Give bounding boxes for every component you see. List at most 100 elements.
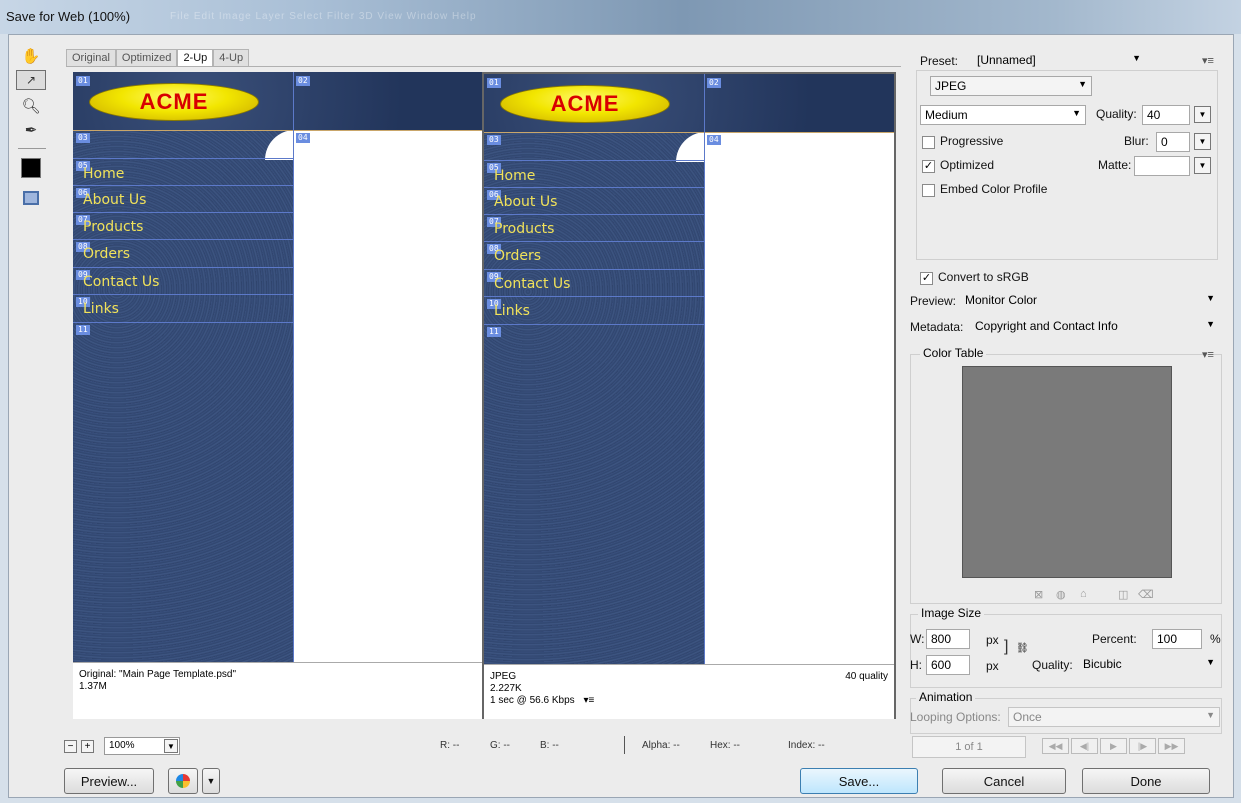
convert-srgb-checkbox[interactable]: ✓ — [920, 272, 933, 285]
optimized-download-time: 1 sec @ 56.6 Kbps ▾≡ — [490, 695, 888, 707]
done-button[interactable]: Done — [1082, 768, 1210, 794]
original-artwork[interactable]: ACME 01 02 03 04 05 06 07 08 09 10 11 Ho… — [73, 72, 487, 662]
slice-tag[interactable]: 01 — [487, 78, 501, 88]
link-chain-icon[interactable]: ⛓ — [1016, 643, 1029, 654]
browser-preview-icon[interactable] — [168, 768, 198, 794]
matte-chevron-icon[interactable]: ▼ — [1194, 157, 1211, 174]
chevron-down-icon[interactable]: ▼ — [164, 739, 178, 753]
hand-tool-icon[interactable]: ✋ — [16, 44, 46, 68]
zoom-level-value: 100% — [109, 740, 135, 751]
tab-4-up[interactable]: 4-Up — [213, 49, 250, 67]
slice-tag[interactable]: 04 — [296, 133, 310, 143]
looping-options-select[interactable]: Once ▼ — [1008, 707, 1220, 727]
nav-about-us: About Us — [83, 192, 147, 208]
optimized-artwork[interactable]: ACME 01 02 03 04 05 06 07 08 09 10 11 Ho… — [484, 74, 894, 664]
blur-slider-chevron-icon[interactable]: ▼ — [1194, 133, 1211, 150]
new-color-icon[interactable]: ◫ — [1118, 588, 1128, 601]
resample-quality-select[interactable]: Bicubic ▼ — [1078, 654, 1220, 674]
slice-select-tool-icon[interactable]: ↗ — [16, 70, 46, 90]
preset-value: [Unnamed] — [977, 53, 1036, 67]
save-for-web-window: Save for Web (100%) File Edit Image Laye… — [0, 0, 1241, 803]
slice-tag[interactable]: 02 — [296, 76, 310, 86]
optimized-info: JPEG 2.227K 1 sec @ 56.6 Kbps ▾≡ 40 qual… — [484, 664, 894, 719]
color-table-menu-icon[interactable]: ▾≡ — [1202, 348, 1214, 361]
toggle-slices-visibility-icon[interactable] — [16, 186, 46, 210]
slice-tag[interactable]: 03 — [76, 133, 90, 143]
tab-2-up[interactable]: 2-Up — [177, 49, 214, 67]
tab-optimized[interactable]: Optimized — [115, 49, 178, 67]
blur-input[interactable]: 0 — [1156, 132, 1190, 152]
format-select[interactable]: JPEG ▼ — [930, 76, 1092, 96]
quality-slider-chevron-icon[interactable]: ▼ — [1194, 106, 1211, 123]
save-button[interactable]: Save... — [800, 768, 918, 794]
previous-frame-icon[interactable]: ◀| — [1071, 738, 1098, 754]
zoom-out-button[interactable]: − — [64, 739, 77, 753]
nav-products: Products — [83, 219, 144, 235]
eyedropper-tool-icon[interactable]: ✒ — [16, 118, 46, 142]
looping-options-label: Looping Options: — [910, 710, 1001, 724]
embed-color-profile-checkbox[interactable] — [922, 184, 935, 197]
original-filename: Original: "Main Page Template.psd" — [79, 669, 236, 680]
height-unit: px — [986, 659, 999, 673]
logo-text: ACME — [139, 89, 209, 114]
readout-index: Index: -- — [788, 740, 825, 751]
title-bar[interactable]: Save for Web (100%) File Edit Image Laye… — [0, 0, 1241, 34]
sidebar-column — [73, 130, 293, 662]
slice-tag[interactable]: 03 — [487, 135, 501, 145]
next-frame-icon[interactable]: |▶ — [1129, 738, 1156, 754]
resample-quality-label: Quality: — [1032, 658, 1073, 672]
original-preview-pane[interactable]: ACME 01 02 03 04 05 06 07 08 09 10 11 Ho… — [73, 72, 487, 719]
first-frame-icon[interactable]: ◀◀ — [1042, 738, 1069, 754]
progressive-checkbox[interactable] — [922, 136, 935, 149]
preview-mode-select[interactable]: Monitor Color ▼ — [960, 290, 1220, 310]
nav-contact-us: Contact Us — [83, 274, 160, 290]
zoom-level-select[interactable]: 100% ▼ — [104, 737, 180, 755]
metadata-select[interactable]: Copyright and Contact Info ▼ — [970, 316, 1220, 336]
slice-boundary — [484, 269, 704, 270]
lock-color-icon[interactable]: ⌂ — [1080, 588, 1087, 600]
zoom-in-button[interactable]: + — [81, 739, 94, 753]
chevron-down-icon: ▼ — [1206, 657, 1215, 667]
width-input[interactable]: 800 — [926, 629, 970, 649]
quality-input[interactable]: 40 — [1142, 105, 1190, 125]
width-label: W: — [910, 632, 925, 646]
connection-speed-menu-icon[interactable]: ▾≡ — [583, 695, 594, 706]
web-safe-icon[interactable]: ◍ — [1056, 588, 1066, 601]
resample-quality-value: Bicubic — [1083, 657, 1122, 671]
quality-level-select[interactable]: Medium ▼ — [920, 105, 1086, 125]
color-table-swatches[interactable] — [962, 366, 1172, 578]
slice-boundary — [73, 130, 487, 131]
matte-color-field[interactable] — [1134, 156, 1190, 176]
preview-button[interactable]: Preview... — [64, 768, 154, 794]
preset-label: Preset: — [920, 54, 959, 68]
tab-original[interactable]: Original — [66, 49, 116, 67]
optimized-label: Optimized — [940, 158, 995, 172]
slice-tag[interactable]: 04 — [707, 135, 721, 145]
window-title: Save for Web (100%) — [6, 9, 131, 24]
slice-tag[interactable]: 11 — [487, 327, 501, 337]
last-frame-icon[interactable]: ▶▶ — [1158, 738, 1185, 754]
optimized-preview-pane[interactable]: ACME 01 02 03 04 05 06 07 08 09 10 11 Ho… — [482, 72, 896, 719]
chevron-down-icon: ▼ — [1206, 293, 1215, 303]
slice-boundary — [73, 158, 293, 159]
slice-tag[interactable]: 02 — [707, 78, 721, 88]
animation-title: Animation — [916, 690, 976, 704]
play-icon[interactable]: ▶ — [1100, 738, 1127, 754]
web-snap-icon[interactable]: ⊠ — [1034, 588, 1043, 601]
percent-input[interactable]: 100 — [1152, 629, 1202, 649]
tool-separator — [18, 148, 46, 149]
cancel-button[interactable]: Cancel — [942, 768, 1066, 794]
slice-boundary — [73, 322, 293, 323]
slice-tag[interactable]: 01 — [76, 76, 90, 86]
height-input[interactable]: 600 — [926, 655, 970, 675]
original-filesize: 1.37M — [79, 681, 107, 692]
browser-menu-chevron-icon[interactable]: ▼ — [202, 768, 220, 794]
slice-tag[interactable]: 11 — [76, 325, 90, 335]
zoom-tool-icon[interactable]: 🔍︎ — [16, 94, 46, 118]
eyedropper-color-swatch[interactable] — [21, 158, 41, 178]
optimize-menu-icon[interactable]: ▾≡ — [1202, 54, 1214, 67]
nav-links: Links — [83, 301, 119, 317]
optimized-checkbox[interactable]: ✓ — [922, 160, 935, 173]
trash-icon[interactable]: ⌫ — [1138, 588, 1154, 601]
preset-select[interactable]: [Unnamed] ▼ — [972, 50, 1146, 70]
